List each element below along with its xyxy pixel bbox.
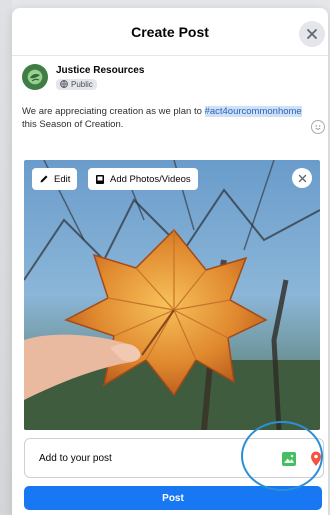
caption-text-end: this Season of Creation. <box>22 118 124 130</box>
post-author: Justice Resources Public <box>22 64 144 90</box>
highlight-circle <box>241 421 323 491</box>
remove-photo-button[interactable] <box>292 168 312 188</box>
globe-leaf-logo <box>28 70 42 84</box>
page-backdrop <box>0 0 12 515</box>
emoji-icon <box>315 125 321 130</box>
privacy-label: Public <box>71 79 93 89</box>
photo-stack-icon <box>96 174 104 184</box>
privacy-selector[interactable]: Public <box>56 78 97 90</box>
emoji-button[interactable] <box>311 120 325 134</box>
dialog-title: Create Post <box>131 23 209 40</box>
author-name: Justice Resources <box>56 64 145 76</box>
edit-photo-button[interactable]: Edit <box>32 168 78 190</box>
pencil-icon <box>40 175 48 183</box>
close-icon <box>298 174 306 182</box>
close-button[interactable] <box>299 21 325 47</box>
post-text-input[interactable]: We are appreciating creation as we plan … <box>22 106 312 131</box>
avatar[interactable] <box>22 64 48 90</box>
dialog-header: Create Post <box>12 8 328 56</box>
add-photos-videos-button[interactable]: Add Photos/Videos <box>88 168 198 190</box>
edit-label: Edit <box>54 173 71 185</box>
attached-photo: Edit Add Photos/Videos <box>24 160 320 430</box>
leaf-photo <box>24 160 320 430</box>
add-photos-videos-label: Add Photos/Videos <box>110 173 191 185</box>
hashtag-link[interactable]: #act4ourcommonhome <box>204 106 302 117</box>
globe-icon <box>60 80 68 88</box>
add-to-post-label: Add to your post <box>39 452 112 464</box>
close-icon <box>307 29 317 39</box>
caption-text-start: We are appreciating creation as we plan … <box>22 106 205 117</box>
